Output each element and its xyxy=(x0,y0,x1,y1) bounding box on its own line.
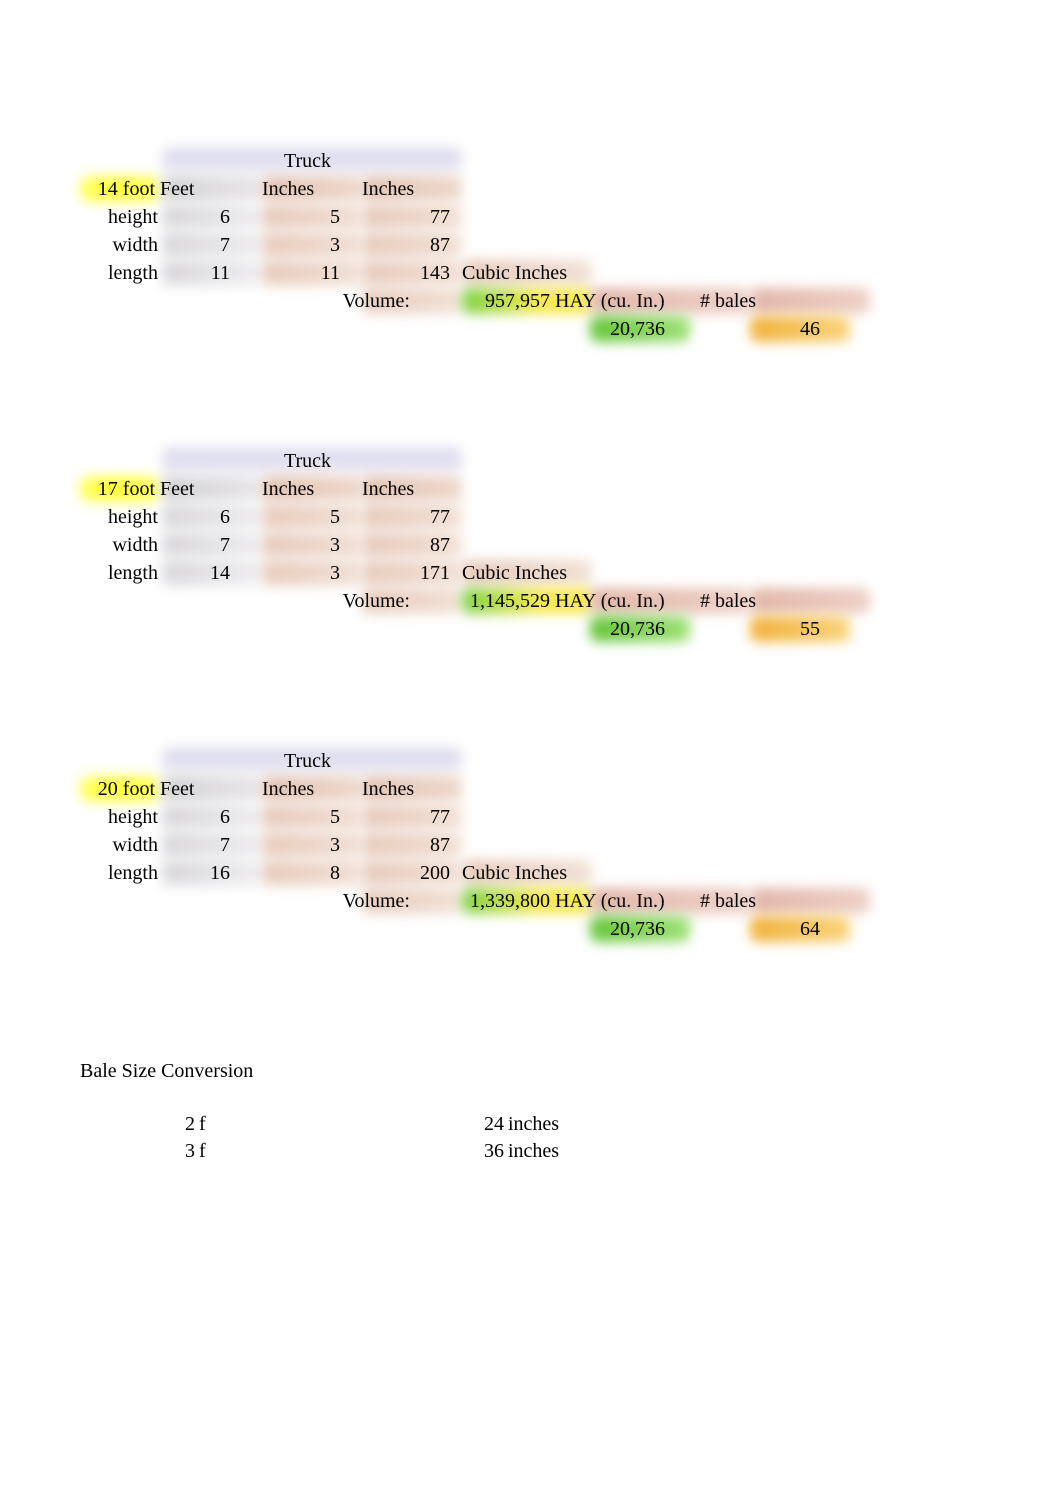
col-feet: Feet xyxy=(160,478,260,501)
dim-label: length xyxy=(80,562,158,585)
col-inches1: Inches xyxy=(262,178,362,201)
dim-inches: 11 xyxy=(280,262,340,285)
volume-value: 1,145,529 xyxy=(450,590,550,613)
dim-feet: 14 xyxy=(160,562,230,585)
dim-label: width xyxy=(80,834,158,857)
truck-header: Truck xyxy=(160,450,455,473)
truck-size: 14 foot xyxy=(80,178,155,201)
truck-size: 17 foot xyxy=(80,478,155,501)
bales-label: # bales xyxy=(700,890,820,913)
bale-feet-unit: f xyxy=(195,1113,224,1136)
unit-label: Cubic Inches xyxy=(462,862,637,885)
dim-feet: 16 xyxy=(160,862,230,885)
bales-label: # bales xyxy=(700,590,820,613)
dim-label: width xyxy=(80,534,158,557)
bales-label: # bales xyxy=(700,290,820,313)
dim-total: 143 xyxy=(380,262,450,285)
col-inches1: Inches xyxy=(262,778,362,801)
dim-feet: 6 xyxy=(160,806,230,829)
dim-total: 200 xyxy=(380,862,450,885)
dim-feet: 7 xyxy=(160,834,230,857)
truck-header: Truck xyxy=(160,150,455,173)
dim-inches: 5 xyxy=(280,206,340,229)
dim-label: height xyxy=(80,806,158,829)
dim-label: width xyxy=(80,234,158,257)
bale-feet: 2 xyxy=(80,1113,195,1136)
col-inches1: Inches xyxy=(262,478,362,501)
dim-feet: 6 xyxy=(160,506,230,529)
truck-block: Truck17 footFeetInchesInchesheight6577wi… xyxy=(80,450,1062,640)
bale-inches-unit: inches xyxy=(504,1140,588,1163)
dim-feet: 7 xyxy=(160,234,230,257)
volume-label: Volume: xyxy=(310,590,410,613)
volume-value: 1,339,800 xyxy=(450,890,550,913)
col-inches2: Inches xyxy=(362,778,462,801)
bale-section: Bale Size Conversion2f24inches3f36inches xyxy=(80,1060,1062,1163)
dim-total: 77 xyxy=(380,206,450,229)
truck-header: Truck xyxy=(160,750,455,773)
unit-label: Cubic Inches xyxy=(462,562,637,585)
hay-label: HAY (cu. In.) xyxy=(555,290,715,313)
dim-label: length xyxy=(80,262,158,285)
dim-total: 87 xyxy=(380,534,450,557)
dim-inches: 8 xyxy=(280,862,340,885)
col-feet: Feet xyxy=(160,178,260,201)
bale-inches: 24 xyxy=(224,1113,504,1136)
col-inches2: Inches xyxy=(362,178,462,201)
dim-feet: 11 xyxy=(160,262,230,285)
unit-label: Cubic Inches xyxy=(462,262,637,285)
dim-inches: 3 xyxy=(280,534,340,557)
bales-value: 46 xyxy=(740,318,820,341)
dim-total: 171 xyxy=(380,562,450,585)
truck-size: 20 foot xyxy=(80,778,155,801)
dim-total: 77 xyxy=(380,806,450,829)
dim-label: length xyxy=(80,862,158,885)
volume-label: Volume: xyxy=(310,290,410,313)
dim-inches: 5 xyxy=(280,806,340,829)
dim-feet: 7 xyxy=(160,534,230,557)
bales-value: 55 xyxy=(740,618,820,641)
col-feet: Feet xyxy=(160,778,260,801)
bale-feet: 3 xyxy=(80,1140,195,1163)
dim-inches: 3 xyxy=(280,834,340,857)
dim-label: height xyxy=(80,206,158,229)
dim-inches: 3 xyxy=(280,562,340,585)
truck-block: Truck20 footFeetInchesInchesheight6577wi… xyxy=(80,750,1062,940)
bale-row: 2f24inches xyxy=(80,1113,1062,1136)
volume-value: 957,957 xyxy=(450,290,550,313)
truck-block: Truck14 footFeetInchesInchesheight6577wi… xyxy=(80,150,1062,340)
dim-total: 87 xyxy=(380,834,450,857)
hay-value: 20,736 xyxy=(555,918,665,941)
hay-label: HAY (cu. In.) xyxy=(555,890,715,913)
bale-row: 3f36inches xyxy=(80,1140,1062,1163)
dim-inches: 3 xyxy=(280,234,340,257)
bales-value: 64 xyxy=(740,918,820,941)
dim-total: 77 xyxy=(380,506,450,529)
bale-feet-unit: f xyxy=(195,1140,224,1163)
volume-label: Volume: xyxy=(310,890,410,913)
bale-inches: 36 xyxy=(224,1140,504,1163)
hay-value: 20,736 xyxy=(555,318,665,341)
dim-total: 87 xyxy=(380,234,450,257)
bale-inches-unit: inches xyxy=(504,1113,588,1136)
col-inches2: Inches xyxy=(362,478,462,501)
dim-feet: 6 xyxy=(160,206,230,229)
hay-value: 20,736 xyxy=(555,618,665,641)
bale-title: Bale Size Conversion xyxy=(80,1060,1062,1083)
dim-inches: 5 xyxy=(280,506,340,529)
dim-label: height xyxy=(80,506,158,529)
hay-label: HAY (cu. In.) xyxy=(555,590,715,613)
